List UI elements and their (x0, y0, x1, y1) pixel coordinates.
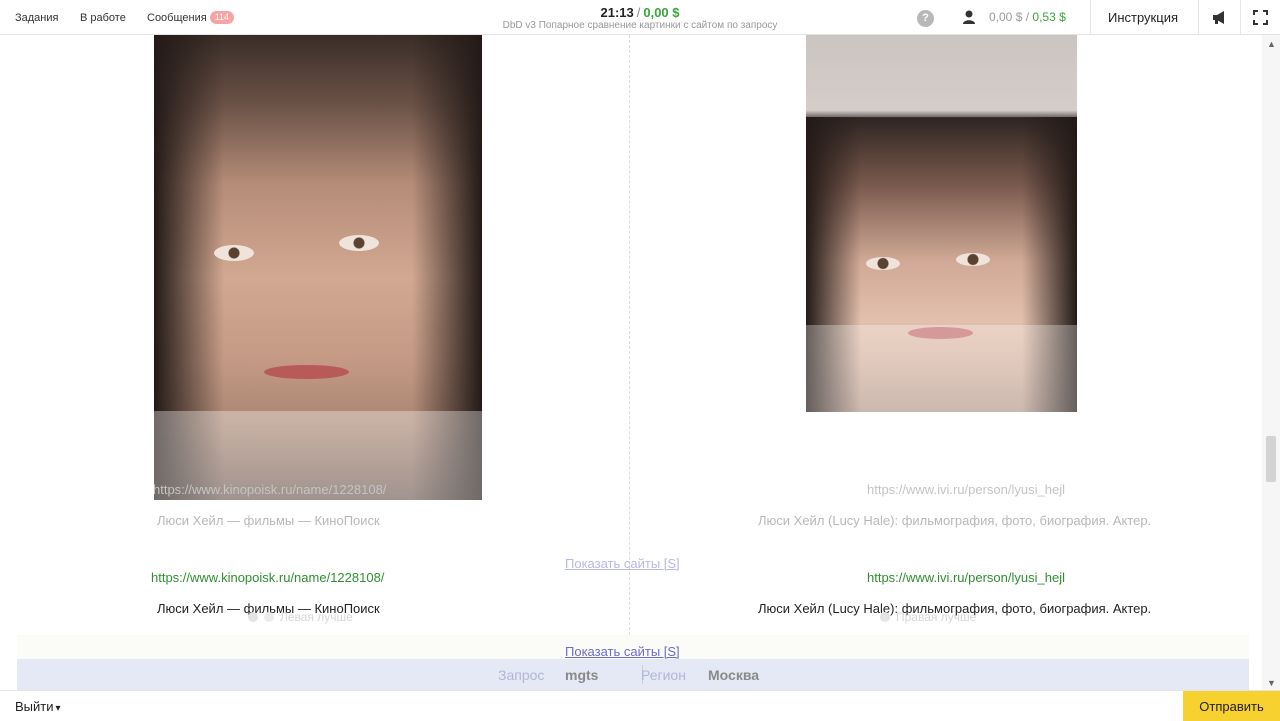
query-bar: Запрос mgts Регион Москва (17, 659, 1249, 690)
right-title-faded: Люси Хейл (Lucy Hale): фильмография, фот… (758, 513, 1152, 528)
balance-separator: / (1025, 10, 1030, 24)
divider (1198, 0, 1199, 35)
scroll-up-arrow-icon[interactable]: ▲ (1267, 39, 1276, 49)
bottom-bar: Выйти ▾ Отправить (0, 690, 1280, 721)
fullscreen-icon[interactable] (1253, 10, 1268, 25)
question-icon[interactable]: ? (917, 10, 934, 27)
logout-button[interactable]: Выйти ▾ (15, 699, 61, 714)
timer-separator: / (636, 5, 641, 20)
image-detail (866, 257, 900, 270)
image-overlay (806, 35, 1077, 117)
task-header: 21:13/0,00 $ DbD v3 Попарное сравнение к… (440, 5, 840, 32)
image-detail (214, 245, 254, 261)
balance-pending: 0,00 $ (989, 10, 1023, 24)
right-url[interactable]: https://www.ivi.ru/person/lyusi_hejl (867, 570, 1065, 585)
query-value: mgts (565, 667, 599, 683)
show-sites-link-faded: Показать сайты [S] (565, 556, 680, 571)
left-title-faded: Люси Хейл — фильмы — КиноПоиск (157, 513, 380, 528)
timer: 21:13 (600, 5, 634, 20)
right-better-option[interactable]: Правая лучше (880, 610, 976, 624)
right-url-faded: https://www.ivi.ru/person/lyusi_hejl (867, 482, 1065, 497)
left-better-label: Левая лучше (280, 610, 353, 624)
center-divider (629, 35, 630, 635)
nav-tasks-label[interactable]: Задания (15, 12, 58, 24)
scroll-down-arrow-icon[interactable]: ▼ (1267, 678, 1276, 688)
divider (1240, 0, 1241, 35)
user-download-icon[interactable] (962, 10, 976, 25)
image-overlay (806, 325, 1077, 412)
nav-tasks[interactable]: Задания (15, 0, 58, 35)
image-detail (264, 365, 349, 379)
task-name: DbD v3 Попарное сравнение картинки с сай… (502, 20, 778, 31)
nav-in-work[interactable]: В работе (80, 0, 126, 35)
scrollbar[interactable]: ▲ ▼ (1262, 35, 1280, 690)
right-better-radio[interactable] (880, 612, 890, 622)
left-url-faded: https://www.kinopoisk.ru/name/1228108/ (153, 482, 387, 497)
nav-messages[interactable]: Сообщения 114 (147, 0, 235, 35)
right-better-label: Правая лучше (896, 610, 977, 624)
chevron-down-icon[interactable]: ▾ (56, 703, 61, 714)
show-sites-link[interactable]: Показать сайты [S] (565, 644, 680, 659)
instructions-link[interactable]: Инструкция (1108, 10, 1178, 25)
messages-count-badge: 114 (209, 11, 235, 24)
timer-line: 21:13/0,00 $ (440, 5, 840, 20)
query-label: Запрос (498, 667, 545, 683)
radio-marker (264, 612, 274, 622)
balance: 0,00 $ / 0,53 $ (989, 10, 1066, 24)
scroll-thumb[interactable] (1266, 436, 1276, 482)
divider (1090, 0, 1091, 35)
region-value: Москва (708, 667, 760, 683)
submit-button[interactable]: Отправить (1183, 691, 1280, 721)
logout-label[interactable]: Выйти (15, 699, 54, 714)
nav-in-work-label[interactable]: В работе (80, 12, 126, 24)
left-better-option[interactable]: Левая лучше (248, 610, 353, 624)
megaphone-icon[interactable] (1212, 10, 1228, 25)
image-detail (339, 235, 379, 251)
left-better-radio[interactable] (248, 612, 258, 622)
left-url[interactable]: https://www.kinopoisk.ru/name/1228108/ (151, 570, 384, 585)
balance-available: 0,53 $ (1032, 10, 1066, 24)
left-result-image[interactable] (154, 35, 482, 500)
earned-amount: 0,00 $ (643, 5, 680, 20)
image-detail (956, 253, 990, 266)
region-label: Регион (641, 667, 686, 683)
comparison-area: https://www.kinopoisk.ru/name/1228108/ Л… (0, 35, 1262, 690)
top-bar: Задания В работе Сообщения 114 21:13/0,0… (0, 0, 1280, 35)
right-result-image[interactable] (806, 35, 1077, 412)
nav-messages-label[interactable]: Сообщения (147, 12, 207, 24)
